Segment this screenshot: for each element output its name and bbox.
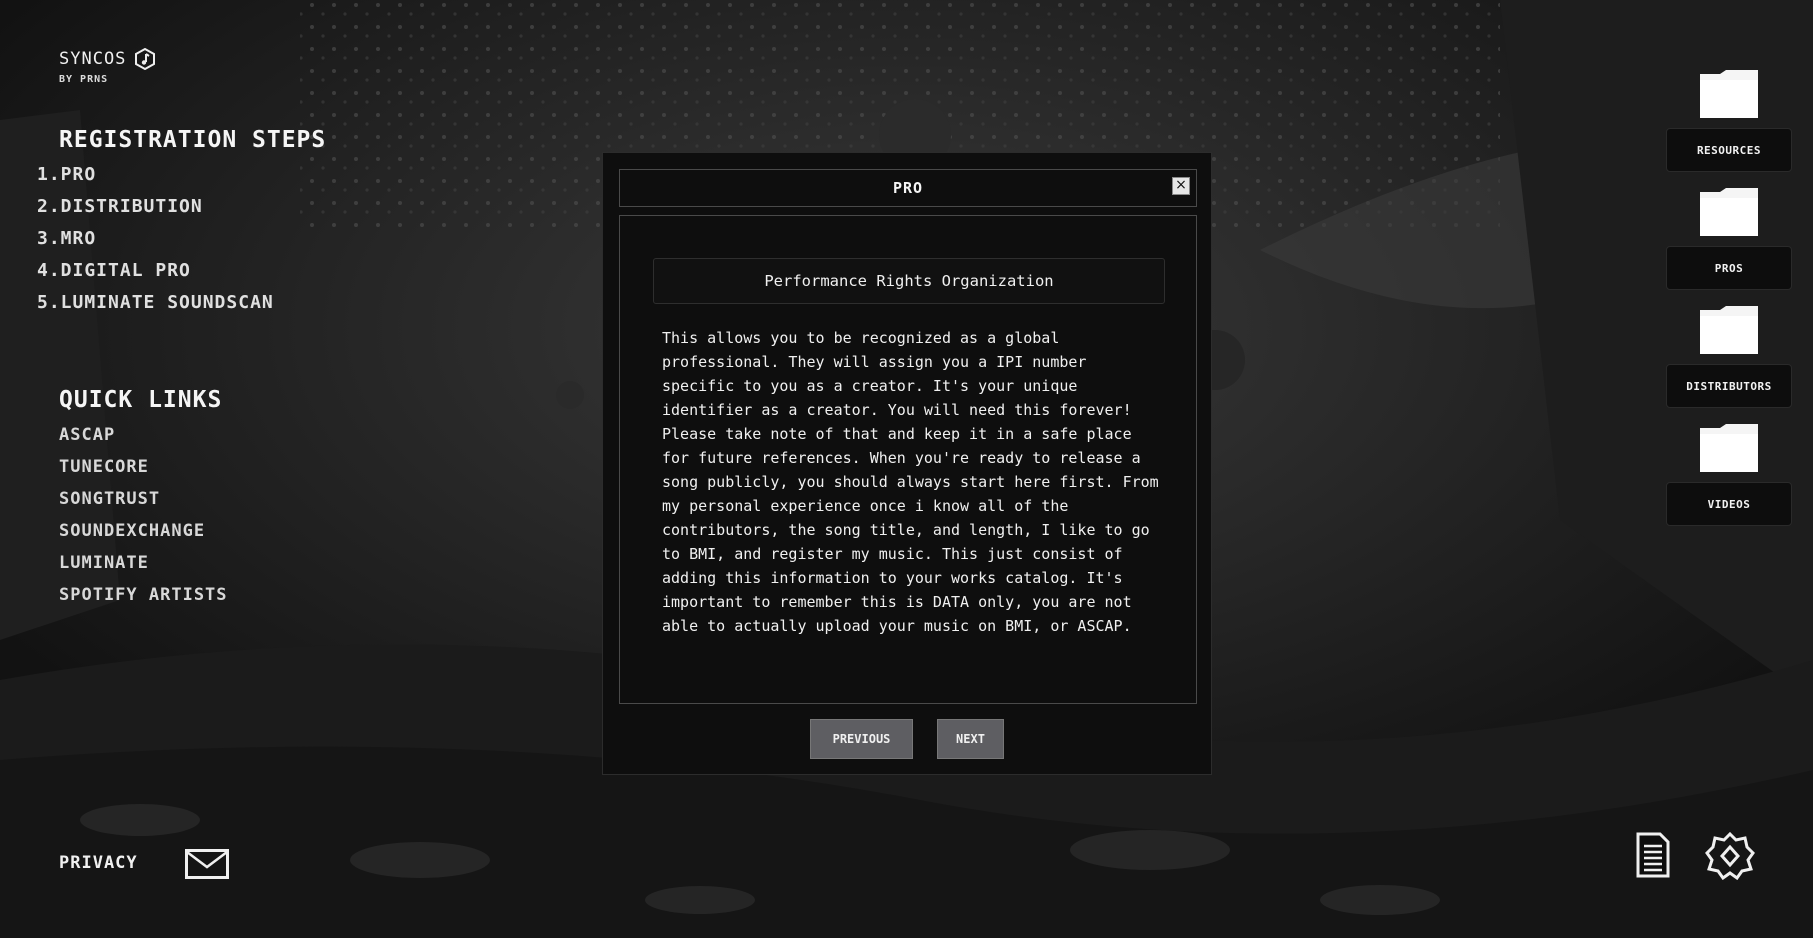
step-pro[interactable]: 1.PRO	[37, 159, 326, 191]
registration-steps-title: REGISTRATION STEPS	[59, 127, 327, 153]
folder-icon[interactable]	[1700, 306, 1758, 354]
link-songtrust[interactable]: SONGTRUST	[59, 483, 228, 515]
folder-label-distributors[interactable]: DISTRIBUTORS	[1666, 364, 1792, 408]
desktop-item-resources[interactable]: RESOURCES	[1666, 70, 1792, 172]
previous-button[interactable]: PREVIOUS	[810, 719, 913, 759]
brand-byline: BY PRNS	[59, 74, 109, 85]
desktop-item-distributors[interactable]: DISTRIBUTORS	[1666, 306, 1792, 408]
brand-name: SYNCOS	[59, 49, 127, 69]
modal-title: PRO	[892, 179, 924, 197]
desktop-item-pros[interactable]: PROS	[1666, 188, 1792, 290]
next-button[interactable]: NEXT	[937, 719, 1004, 759]
privacy-link[interactable]: PRIVACY	[59, 853, 138, 873]
music-note-icon	[135, 48, 156, 70]
step-distribution[interactable]: 2.DISTRIBUTION	[37, 191, 326, 223]
folder-icon[interactable]	[1700, 188, 1758, 236]
pro-modal: PRO × Performance Rights Organization Th…	[602, 152, 1212, 775]
modal-body: Performance Rights Organization This all…	[619, 215, 1197, 704]
step-digital-pro[interactable]: 4.DIGITAL PRO	[37, 255, 326, 287]
link-soundexchange[interactable]: SOUNDEXCHANGE	[59, 515, 228, 547]
step-luminate-soundscan[interactable]: 5.LUMINATE SOUNDSCAN	[37, 287, 326, 319]
link-ascap[interactable]: ASCAP	[59, 419, 228, 451]
mail-icon[interactable]	[185, 849, 229, 879]
folder-icon[interactable]	[1700, 70, 1758, 118]
desktop-item-videos[interactable]: VIDEOS	[1666, 424, 1792, 526]
registration-steps: REGISTRATION STEPS 1.PRO 2.DISTRIBUTION …	[37, 127, 326, 319]
modal-subtitle: Performance Rights Organization	[764, 272, 1054, 290]
quick-links-title: QUICK LINKS	[59, 387, 223, 413]
modal-header: PRO ×	[619, 169, 1197, 207]
folder-label-pros[interactable]: PROS	[1666, 246, 1792, 290]
brand: SYNCOS BY PRNS	[59, 48, 156, 85]
folder-label-videos[interactable]: VIDEOS	[1666, 482, 1792, 526]
modal-description: This allows you to be recognized as a gl…	[662, 329, 1159, 635]
gear-icon[interactable]	[1705, 832, 1755, 880]
link-tunecore[interactable]: TUNECORE	[59, 451, 228, 483]
close-icon[interactable]: ×	[1172, 177, 1190, 195]
document-icon[interactable]	[1634, 832, 1670, 878]
link-spotify-artists[interactable]: SPOTIFY ARTISTS	[59, 579, 228, 611]
step-mro[interactable]: 3.MRO	[37, 223, 326, 255]
link-luminate[interactable]: LUMINATE	[59, 547, 228, 579]
folder-label-resources[interactable]: RESOURCES	[1666, 128, 1792, 172]
subtitle-box: Performance Rights Organization	[653, 258, 1165, 304]
quick-links: QUICK LINKS ASCAP TUNECORE SONGTRUST SOU…	[59, 387, 228, 611]
folder-icon[interactable]	[1700, 424, 1758, 472]
